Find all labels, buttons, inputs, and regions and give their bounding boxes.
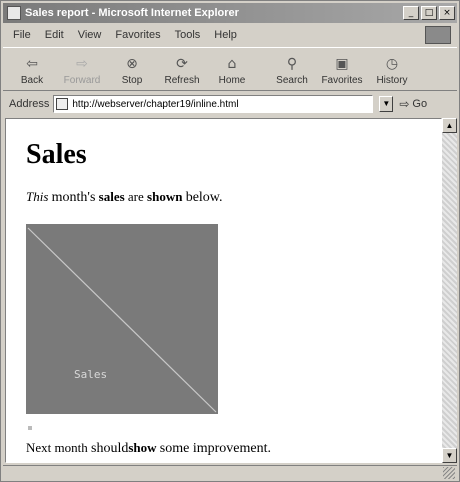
resize-grip-icon[interactable] [443,467,455,479]
window-title: Sales report - Microsoft Internet Explor… [25,7,239,19]
history-label: History [376,75,408,86]
sales-image: Sales [26,224,218,414]
back-button[interactable]: ⇦ Back [9,55,55,86]
menu-favorites[interactable]: Favorites [115,29,160,41]
forward-button[interactable]: ⇨ Forward [59,55,105,86]
word-shown: shown [147,189,183,204]
ie-app-icon [7,6,21,20]
forward-label: Forward [63,75,101,86]
word-months: month's [51,190,96,205]
favorites-button[interactable]: ▣ Favorites [319,55,365,86]
page-icon [56,98,69,110]
toolbar: ⇦ Back ⇨ Forward ⊗ Stop ⟳ Refresh ⌂ Home… [3,47,457,91]
stop-label: Stop [121,75,143,86]
browser-window: Sales report - Microsoft Internet Explor… [0,0,460,482]
close-button[interactable]: × [439,6,455,20]
history-icon: ◷ [385,56,399,72]
vertical-scrollbar[interactable]: ▲ ▼ [442,118,457,463]
search-icon: ⚲ [286,56,298,72]
windows-logo-icon [425,26,451,44]
diagonal-line-graphic [27,227,217,413]
home-button[interactable]: ⌂ Home [209,55,255,86]
menu-edit[interactable]: Edit [45,29,64,41]
page-content: Sales This month's sales are shown below… [5,118,442,463]
stop-button[interactable]: ⊗ Stop [109,55,155,86]
history-button[interactable]: ◷ History [369,55,415,86]
small-dot [28,426,32,430]
menu-bar: File Edit View Favorites Tools Help [3,25,457,45]
sales-image-label: Sales [74,368,108,381]
minimize-button[interactable]: _ [403,6,419,20]
stop-icon: ⊗ [126,56,138,72]
closing-paragraph: Next month shouldshow some improvement. [26,440,421,457]
word-should: should [91,441,129,456]
words-some-improvement: some improvement. [159,441,271,456]
refresh-label: Refresh [164,75,200,86]
scroll-up-button[interactable]: ▲ [442,118,457,133]
intro-paragraph: This month's sales are shown below. [26,189,421,206]
go-label: Go [412,98,428,110]
home-icon: ⌂ [227,56,237,72]
words-next-month: Next month [26,440,88,455]
address-label: Address [9,98,50,110]
address-input[interactable]: http://webserver/chapter19/inline.html [53,95,374,113]
menu-file[interactable]: File [13,29,31,41]
back-arrow-icon: ⇦ [26,56,38,72]
scroll-down-button[interactable]: ▼ [442,448,457,463]
menu-view[interactable]: View [78,29,102,41]
go-arrow-icon: ⇨ [399,97,410,111]
status-bar [3,465,457,481]
page-heading: Sales [26,139,87,170]
search-label: Search [276,75,308,86]
word-are: are [127,189,144,204]
home-label: Home [218,75,246,86]
word-below: below. [185,190,223,205]
word-sales: sales [98,189,125,204]
favorites-icon: ▣ [335,56,349,72]
menu-help[interactable]: Help [214,29,237,41]
back-label: Back [20,75,44,86]
forward-arrow-icon: ⇨ [76,56,88,72]
address-url: http://webserver/chapter19/inline.html [72,98,239,110]
refresh-button[interactable]: ⟳ Refresh [159,55,205,86]
word-this: This [26,189,49,204]
menu-tools[interactable]: Tools [175,29,201,41]
favorites-label: Favorites [321,75,363,86]
address-bar: Address http://webserver/chapter19/inlin… [3,93,457,115]
search-button[interactable]: ⚲ Search [269,55,315,86]
refresh-icon: ⟳ [176,56,188,72]
address-dropdown-button[interactable]: ▼ [379,96,394,112]
maximize-button[interactable]: □ [421,6,437,20]
title-bar: Sales report - Microsoft Internet Explor… [3,3,457,23]
go-button[interactable]: ⇨ Go [399,97,427,111]
word-show: show [128,440,157,455]
